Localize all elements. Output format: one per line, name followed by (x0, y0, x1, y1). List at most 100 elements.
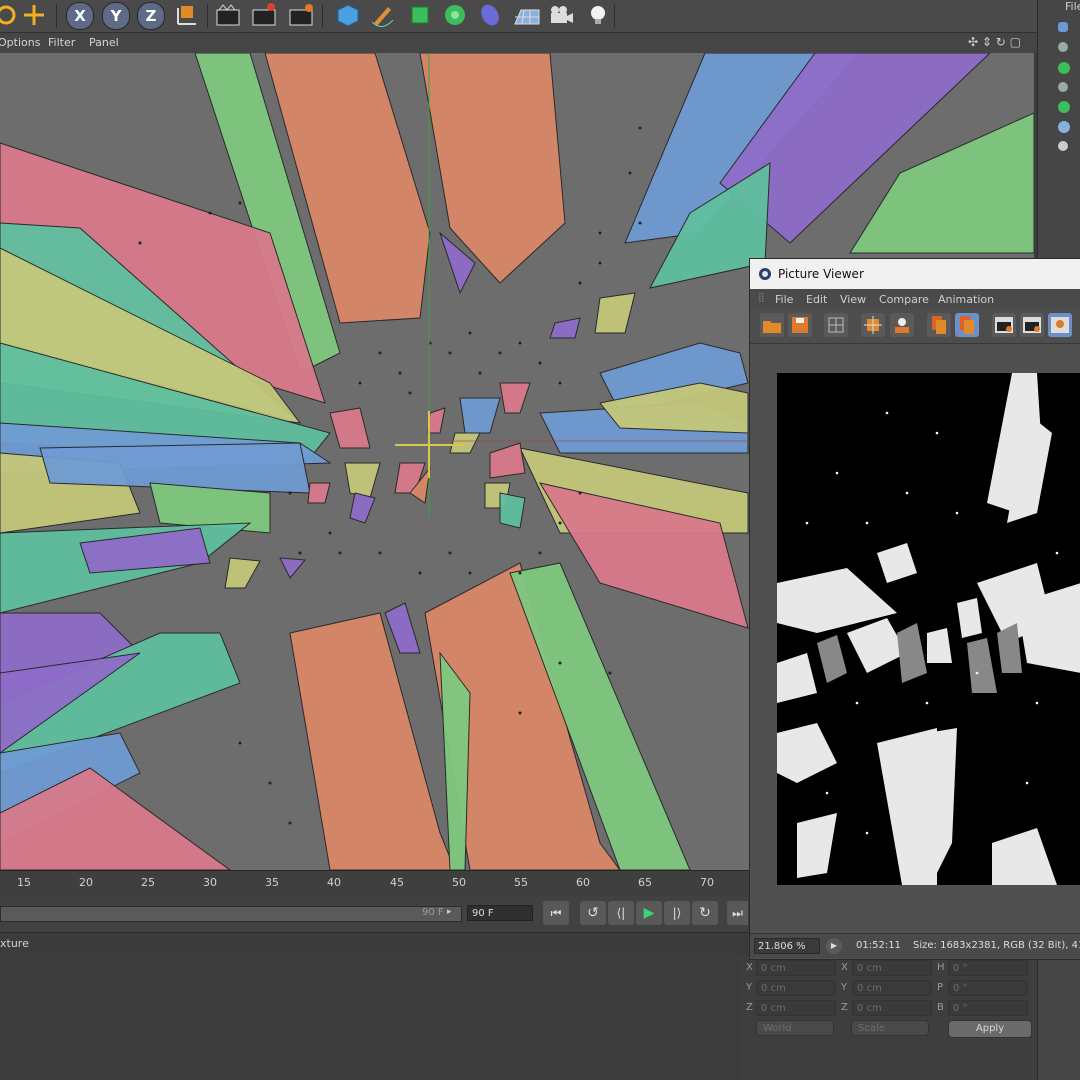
timeline-tick: 30 (203, 876, 217, 889)
next-frame-icon[interactable]: |⟩ (664, 901, 690, 925)
pv-menu-edit[interactable]: Edit (806, 293, 827, 306)
menu-texture[interactable]: xture (0, 937, 29, 950)
pv-menu-animation[interactable]: Animation (938, 293, 994, 306)
field-value: 0 ° (953, 963, 968, 974)
position-x-field[interactable]: 0 cm (756, 960, 836, 976)
coord-label: H (937, 962, 945, 973)
world-dropdown[interactable]: World (756, 1020, 834, 1036)
image-window-icon[interactable] (1020, 313, 1044, 337)
layers-icon[interactable] (861, 313, 885, 337)
timeline-scrubber[interactable] (0, 906, 462, 922)
save-icon[interactable] (788, 313, 812, 337)
subdivision-icon[interactable] (406, 2, 434, 28)
material-manager-menubar: xture (0, 932, 748, 955)
cloner-icon[interactable] (441, 2, 469, 28)
object-icon[interactable] (1058, 22, 1068, 32)
rotation-h-field[interactable]: 0 ° (948, 960, 1028, 976)
picture-viewer-titlebar[interactable]: Picture Viewer (750, 259, 1080, 289)
timeline-tick: 15 (17, 876, 31, 889)
picture-viewer-window: Picture Viewer ⣿ File Edit View Compare … (749, 258, 1080, 960)
x-axis-button[interactable]: X (66, 2, 94, 30)
rotation-b-field[interactable]: 0 ° (948, 1000, 1028, 1016)
render-preview (777, 373, 1080, 885)
object-icon[interactable] (1058, 141, 1068, 151)
render-to-picture-viewer-icon[interactable] (250, 2, 278, 28)
render-view-icon[interactable] (214, 2, 242, 28)
coord-label: Z (841, 1002, 848, 1013)
camera-icon[interactable] (547, 2, 575, 28)
user-icon[interactable] (890, 313, 914, 337)
object-icon[interactable] (1058, 82, 1068, 92)
play-icon[interactable]: ▶ (636, 901, 662, 925)
pv-menu-compare[interactable]: Compare (879, 293, 929, 306)
timeline-tick: 25 (141, 876, 155, 889)
copy-icon[interactable] (927, 313, 951, 337)
timeline-tick: 35 (265, 876, 279, 889)
frame-max-field[interactable]: 90 F (467, 905, 533, 921)
arrow-right-icon: ▸ (447, 907, 452, 917)
timeline-tick: 55 (514, 876, 528, 889)
zoom-field[interactable]: 21.806 % (754, 938, 820, 954)
picture-viewer-toolbar (750, 309, 1080, 344)
go-to-end-icon[interactable]: ⏭ (727, 901, 748, 925)
object-icon[interactable] (1058, 42, 1068, 52)
deformer-icon[interactable] (476, 2, 504, 28)
viewport-nav-icons[interactable]: ✣ ⇕ ↻ ▢ (968, 35, 1021, 49)
timeline-tick: 45 (390, 876, 404, 889)
scale-z-field[interactable]: 0 cm (852, 1000, 932, 1016)
light-icon[interactable] (584, 2, 612, 28)
grid-icon[interactable] (824, 313, 848, 337)
scale-y-field[interactable]: 0 cm (852, 980, 932, 996)
rotation-p-field[interactable]: 0 ° (948, 980, 1028, 996)
menu-filter[interactable]: Filter (48, 36, 75, 49)
copy-active-icon[interactable] (955, 313, 979, 337)
viewport-menubar: Options Filter Panel ✣ ⇕ ↻ ▢ (0, 33, 1040, 53)
scale-x-field[interactable]: 0 cm (852, 960, 932, 976)
image-window-active-icon[interactable] (1048, 313, 1072, 337)
coord-label: B (937, 1002, 944, 1013)
play-small-icon[interactable]: ▶ (826, 938, 842, 954)
cube-icon[interactable] (334, 2, 362, 28)
coord-label: Z (746, 1002, 753, 1013)
position-y-field[interactable]: 0 cm (756, 980, 836, 996)
coord-label: X (841, 962, 848, 973)
previous-key-icon[interactable]: ↺ (580, 901, 606, 925)
floor-icon[interactable] (512, 2, 540, 28)
position-z-field[interactable]: 0 cm (756, 1000, 836, 1016)
next-key-icon[interactable]: ↻ (692, 901, 718, 925)
y-axis-button[interactable]: Y (102, 2, 130, 30)
toolbar-separator (322, 4, 323, 28)
object-manager-file-menu[interactable]: File (1065, 0, 1080, 13)
coordinates-panel: X 0 cm X 0 cm H 0 ° Y 0 cm Y 0 cm P 0 ° … (740, 958, 1037, 1080)
move-icon[interactable] (20, 2, 48, 28)
cloner-object-icon[interactable] (1058, 62, 1070, 74)
previous-frame-icon[interactable]: ⟨| (608, 901, 634, 925)
world-dropdown-label: World (763, 1023, 792, 1034)
field-value: 0 cm (857, 983, 882, 994)
picture-viewer-title: Picture Viewer (778, 267, 864, 281)
z-axis-button[interactable]: Z (137, 2, 165, 30)
render-settings-icon[interactable] (287, 2, 315, 28)
pv-menu-view[interactable]: View (840, 293, 866, 306)
menu-panel[interactable]: Panel (89, 36, 119, 49)
scale-dropdown-label: Scale (858, 1023, 885, 1034)
coord-label: X (746, 962, 753, 973)
pen-icon[interactable] (368, 2, 396, 28)
coord-system-icon[interactable] (173, 2, 201, 28)
pv-menu-file[interactable]: File (775, 293, 793, 306)
cloner-object-icon[interactable] (1058, 101, 1070, 113)
timeline-ruler[interactable]: 15 20 25 30 35 40 45 50 55 60 65 70 (0, 870, 748, 895)
menu-options[interactable]: Options (0, 36, 40, 49)
picture-viewer-statusbar: 21.806 % ▶ 01:52:11 Size: 1683x2381, RGB… (750, 933, 1080, 958)
sphere-object-icon[interactable] (1058, 121, 1070, 133)
go-to-start-icon[interactable]: ⏮ (543, 901, 569, 925)
apply-button[interactable]: Apply (948, 1020, 1032, 1038)
image-window-icon[interactable] (992, 313, 1016, 337)
field-value: 0 cm (761, 963, 786, 974)
timeline-tick: 40 (327, 876, 341, 889)
open-icon[interactable] (760, 313, 784, 337)
frame-end-field[interactable]: 90 F (422, 907, 444, 918)
field-value: 0 cm (857, 963, 882, 974)
scale-dropdown[interactable]: Scale (851, 1020, 929, 1036)
rotate-icon[interactable] (0, 2, 20, 28)
